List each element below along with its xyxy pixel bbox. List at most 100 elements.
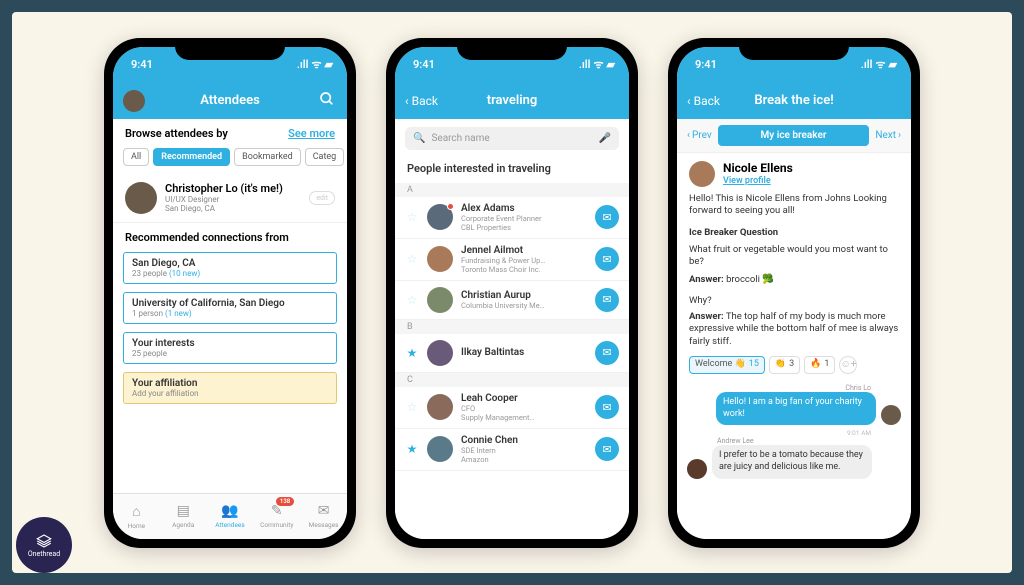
- phone-icebreaker: 9:41 .ıllᯤ▰ ‹ Back Break the ice! ‹Prev …: [668, 38, 920, 548]
- nav-row: ‹Prev My ice breaker Next›: [677, 119, 911, 153]
- pill-recommended[interactable]: Recommended: [153, 148, 230, 166]
- person-row[interactable]: ★Connie ChenSDE InternAmazon✉: [395, 429, 629, 471]
- prev-button[interactable]: ‹Prev: [687, 130, 712, 141]
- reaction-welcome[interactable]: Welcome 👋15: [689, 356, 765, 374]
- header: ‹ Back Break the ice!: [677, 83, 911, 119]
- status-dot: [447, 203, 454, 210]
- badge: 138: [276, 497, 294, 506]
- reaction-fire[interactable]: 🔥1: [804, 356, 835, 374]
- person-title: Corporate Event Planner: [461, 214, 587, 223]
- person-row[interactable]: ☆Christian AurupColumbia University Me…✉: [395, 281, 629, 320]
- next-button[interactable]: Next›: [875, 130, 901, 141]
- pill-bookmarked[interactable]: Bookmarked: [234, 148, 301, 166]
- onethread-logo: Onethread: [16, 517, 72, 573]
- avatar: [881, 405, 901, 425]
- avatar[interactable]: [689, 161, 715, 187]
- star-icon[interactable]: ☆: [405, 400, 419, 414]
- star-icon[interactable]: ★: [405, 442, 419, 456]
- person-name: Alex Adams: [461, 203, 587, 214]
- header-title: Break the ice!: [754, 93, 833, 108]
- rec-card-affiliation[interactable]: Your affiliation Add your affiliation: [123, 372, 337, 404]
- avatar: [427, 436, 453, 462]
- tab-attendees[interactable]: 👥Attendees: [207, 494, 254, 539]
- person-name: Ilkay Baltintas: [461, 347, 587, 358]
- person-name: Leah Cooper: [461, 393, 587, 404]
- avatar: [427, 394, 453, 420]
- card-sub: 1 person: [132, 309, 163, 318]
- chat-area: Chris Lo Hello! I am a big fan of your c…: [677, 380, 911, 539]
- card-title: Your interests: [132, 338, 328, 349]
- person-row[interactable]: ★ Ilkay Baltintas ✉: [395, 334, 629, 373]
- person-row[interactable]: ☆Leah CooperCFOSupply Management…✉: [395, 387, 629, 429]
- status-time: 9:41: [131, 58, 153, 71]
- add-reaction-button[interactable]: ☺+: [839, 356, 857, 374]
- edit-icon[interactable]: edit: [309, 191, 335, 205]
- mail-button[interactable]: ✉: [595, 395, 619, 419]
- answer2: Answer: The top half of my body is much …: [677, 309, 911, 350]
- question-label: Ice Breaker Question: [677, 225, 911, 241]
- chevron-left-icon: ‹: [687, 94, 691, 108]
- avatar-mini[interactable]: [123, 90, 145, 112]
- mail-button[interactable]: ✉: [595, 341, 619, 365]
- answer1: Answer: broccoli 🥦: [677, 272, 911, 288]
- card-title: San Diego, CA: [132, 258, 328, 269]
- browse-label: Browse attendees by: [125, 127, 228, 140]
- screen: 9:41 .ıllᯤ▰ ‹ Back Break the ice! ‹Prev …: [677, 47, 911, 539]
- agenda-icon: ▤: [177, 503, 190, 519]
- star-icon[interactable]: ☆: [405, 210, 419, 224]
- back-button[interactable]: ‹ Back: [687, 94, 720, 108]
- profile-name: Nicole Ellens: [723, 161, 793, 175]
- reactions: Welcome 👋15 👏3 🔥1 ☺+: [677, 350, 911, 380]
- rec-card-location[interactable]: San Diego, CA 23 people (10 new): [123, 252, 337, 284]
- letter-divider: B: [395, 320, 629, 334]
- view-profile-link[interactable]: View profile: [723, 176, 771, 186]
- person-row[interactable]: ☆ Jennel AilmotFundraising & Power Up…Tor…: [395, 239, 629, 281]
- letter-divider: C: [395, 373, 629, 387]
- card-sub: Add your affiliation: [132, 389, 328, 398]
- status-time: 9:41: [413, 58, 435, 71]
- reaction-clap[interactable]: 👏3: [769, 356, 800, 374]
- my-icebreaker-button[interactable]: My ice breaker: [718, 125, 870, 146]
- chevron-left-icon: ‹: [405, 94, 409, 108]
- rec-card-university[interactable]: University of California, San Diego 1 pe…: [123, 292, 337, 324]
- mic-icon[interactable]: 🎤: [599, 133, 611, 144]
- interest-title: People interested in traveling: [395, 158, 629, 183]
- me-name: Christopher Lo (it's me!): [165, 182, 301, 195]
- tab-agenda[interactable]: ▤Agenda: [160, 494, 207, 539]
- mail-button[interactable]: ✉: [595, 437, 619, 461]
- person-row[interactable]: ☆Alex AdamsCorporate Event PlannerCBL Pr…: [395, 197, 629, 239]
- messages-icon: ✉: [318, 503, 330, 519]
- back-button[interactable]: ‹ Back: [405, 94, 438, 108]
- person-name: Jennel Ailmot: [461, 245, 587, 256]
- avatar: [427, 204, 453, 230]
- mail-button[interactable]: ✉: [595, 288, 619, 312]
- search-input[interactable]: 🔍 Search name 🎤: [405, 127, 619, 150]
- message-in: I prefer to be a tomato because they are…: [687, 445, 901, 478]
- pill-categories[interactable]: Categ: [305, 148, 345, 166]
- person-org: Amazon: [461, 455, 587, 464]
- tab-community[interactable]: 138✎Community: [253, 494, 300, 539]
- star-icon[interactable]: ☆: [405, 293, 419, 307]
- pill-all[interactable]: All: [123, 148, 149, 166]
- tab-bar: ⌂Home ▤Agenda 👥Attendees 138✎Community ✉…: [113, 493, 347, 539]
- person-org: Toronto Mass Choir Inc.: [461, 265, 587, 274]
- phone-traveling: 9:41 .ıllᯤ▰ ‹ Back traveling 🔍 Search na…: [386, 38, 638, 548]
- person-title: Columbia University Me…: [461, 301, 587, 310]
- person-title: Fundraising & Power Up…: [461, 256, 587, 265]
- search-icon[interactable]: [319, 91, 335, 111]
- mail-button[interactable]: ✉: [595, 247, 619, 271]
- see-more-link[interactable]: See more: [288, 127, 335, 140]
- mail-button[interactable]: ✉: [595, 205, 619, 229]
- phone-attendees: 9:41 .ıll ᯤ ▰ Attendees Browse attendees…: [104, 38, 356, 548]
- avatar: [427, 287, 453, 313]
- letter-divider: A: [395, 183, 629, 197]
- me-row[interactable]: Christopher Lo (it's me!) UI/UX Designer…: [113, 174, 347, 223]
- me-title: UI/UX Designer: [165, 195, 301, 205]
- star-icon[interactable]: ☆: [405, 252, 419, 266]
- person-title: SDE Intern: [461, 446, 587, 455]
- avatar: [687, 459, 707, 479]
- star-icon[interactable]: ★: [405, 346, 419, 360]
- tab-messages[interactable]: ✉Messages: [300, 494, 347, 539]
- rec-card-interests[interactable]: Your interests 25 people: [123, 332, 337, 364]
- tab-home[interactable]: ⌂Home: [113, 494, 160, 539]
